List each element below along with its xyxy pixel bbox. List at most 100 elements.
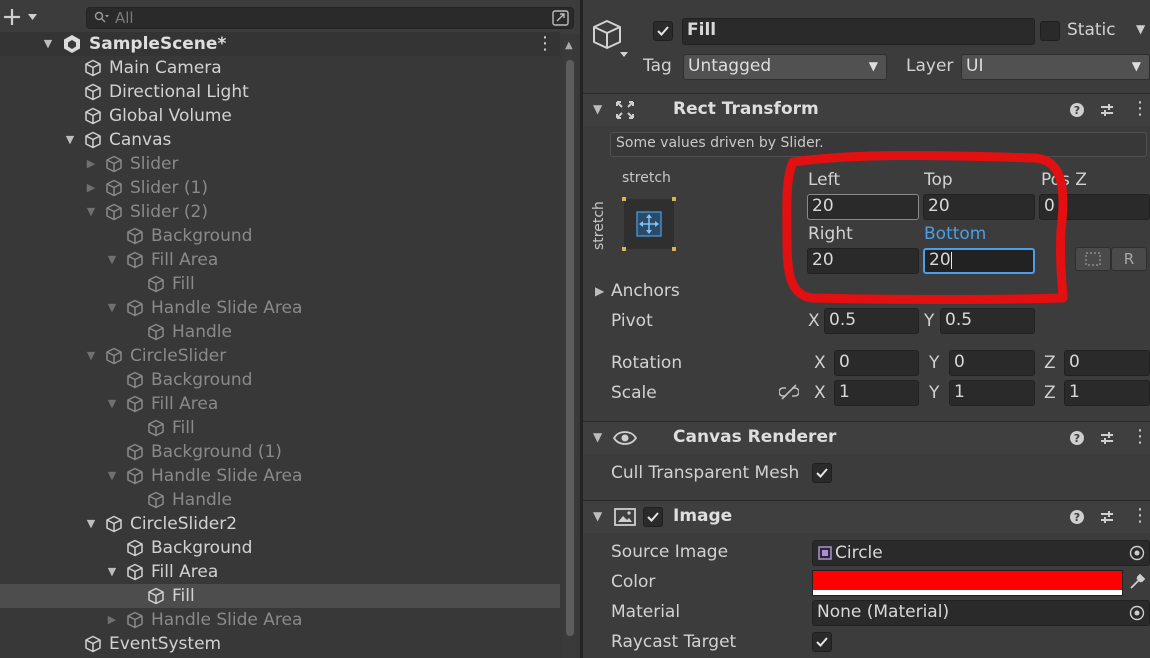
hierarchy-item[interactable]: ▶ Handle Slide Area <box>0 608 560 632</box>
expand-arrow-icon[interactable]: ▼ <box>105 248 119 272</box>
gameobject-cube-icon[interactable] <box>593 18 633 60</box>
blueprint-icon <box>1085 252 1101 266</box>
hierarchy-item[interactable]: ▼ Handle Slide Area <box>0 464 560 488</box>
hierarchy-item-label: Handle Slide Area <box>151 466 303 486</box>
static-checkbox[interactable] <box>1040 21 1060 41</box>
scrollbar-thumb[interactable] <box>566 60 574 636</box>
scale-x-field[interactable]: 1 <box>834 380 919 406</box>
pivot-x-field[interactable]: 0.5 <box>824 308 919 334</box>
expand-arrow-icon[interactable]: ▼ <box>105 392 119 416</box>
scroll-up-icon[interactable]: ▲ <box>565 40 573 51</box>
anchors-foldout-icon[interactable]: ▶ <box>595 284 604 298</box>
object-picker-icon[interactable] <box>1129 545 1145 561</box>
hierarchy-item[interactable]: ▶ Slider (1) <box>0 176 560 200</box>
foldout-arrow-icon[interactable]: ▼ <box>593 102 602 116</box>
preset-sliders-icon[interactable] <box>1099 509 1115 525</box>
raycast-target-checkbox[interactable] <box>812 632 832 652</box>
hierarchy-item[interactable]: ▼ Slider (2) <box>0 200 560 224</box>
expand-arrow-icon[interactable]: ▼ <box>105 464 119 488</box>
scene-menu-icon[interactable]: ⋮ <box>536 32 554 56</box>
hierarchy-item-label: Slider (2) <box>130 202 208 222</box>
hierarchy-item[interactable]: ▼ Handle Slide Area <box>0 296 560 320</box>
constrain-proportions-icon[interactable] <box>779 384 799 400</box>
help-icon[interactable]: ? <box>1069 509 1085 525</box>
hierarchy-item[interactable]: ▼ Fill Area <box>0 560 560 584</box>
preset-sliders-icon[interactable] <box>1099 102 1115 118</box>
tag-dropdown[interactable]: Untagged ▼ <box>683 54 887 80</box>
help-icon[interactable]: ? <box>1069 102 1085 118</box>
hierarchy-item[interactable]: Handle <box>0 488 560 512</box>
raw-edit-button[interactable]: R <box>1111 247 1147 271</box>
hierarchy-item[interactable]: ▼ CircleSlider <box>0 344 560 368</box>
hierarchy-item[interactable]: ▼ Fill Area <box>0 392 560 416</box>
expand-arrow-icon[interactable]: ▼ <box>105 296 119 320</box>
material-value: None (Material) <box>817 602 950 622</box>
hierarchy-item[interactable]: Fill <box>0 416 560 440</box>
expand-arrow-icon[interactable]: ▼ <box>63 128 77 152</box>
component-menu-icon[interactable]: ⋮ <box>1131 426 1149 447</box>
collapse-arrow-icon[interactable]: ▶ <box>84 152 98 176</box>
anchors-label[interactable]: Anchors <box>611 281 680 301</box>
canvas-renderer-header[interactable]: ▼ Canvas Renderer ? ⋮ <box>583 421 1150 454</box>
rotation-x-field[interactable]: 0 <box>834 350 919 376</box>
anchor-presets-button[interactable] <box>622 197 676 251</box>
image-enabled-checkbox[interactable] <box>643 507 663 527</box>
scene-row[interactable]: ▼ SampleScene* ⋮ <box>0 32 560 56</box>
hierarchy-item[interactable]: ▼ CircleSlider2 <box>0 512 560 536</box>
component-menu-icon[interactable]: ⋮ <box>1131 505 1149 526</box>
hierarchy-item[interactable]: Background <box>0 368 560 392</box>
hierarchy-item[interactable]: Handle <box>0 320 560 344</box>
layer-dropdown[interactable]: UI ▼ <box>961 54 1150 80</box>
color-field[interactable] <box>812 570 1123 596</box>
source-image-field[interactable]: Circle <box>812 540 1150 566</box>
component-menu-icon[interactable]: ⋮ <box>1131 98 1149 119</box>
static-dropdown-icon[interactable]: ▼ <box>1136 22 1145 36</box>
red-annotation-outline <box>782 151 1068 304</box>
hierarchy-item[interactable]: EventSystem <box>0 632 560 656</box>
collapse-arrow-icon[interactable]: ▶ <box>105 608 119 632</box>
open-window-icon[interactable] <box>551 9 571 27</box>
object-name-field[interactable]: Fill <box>682 18 1035 45</box>
hierarchy-item[interactable]: ▼ Fill Area <box>0 248 560 272</box>
hierarchy-item[interactable]: Background (1) <box>0 440 560 464</box>
expand-arrow-icon[interactable]: ▼ <box>84 512 98 536</box>
pivot-y-field[interactable]: 0.5 <box>940 308 1035 334</box>
rect-transform-header[interactable]: ▼ Rect Transform ? ⋮ <box>583 93 1150 126</box>
expand-arrow-icon[interactable]: ▼ <box>84 344 98 368</box>
pivot-y-label: Y <box>924 311 935 331</box>
preset-sliders-icon[interactable] <box>1099 430 1115 446</box>
hierarchy-item[interactable]: ▼ Canvas <box>0 128 560 152</box>
hierarchy-scrollbar[interactable]: ▲ <box>563 40 577 658</box>
hierarchy-item[interactable]: Global Volume <box>0 104 560 128</box>
expand-arrow-icon[interactable]: ▼ <box>84 200 98 224</box>
expand-arrow-icon[interactable]: ▼ <box>41 32 55 56</box>
hierarchy-item[interactable]: Directional Light <box>0 80 560 104</box>
scale-z-field[interactable]: 1 <box>1064 380 1150 406</box>
gameobject-icon <box>147 419 165 437</box>
rect-transform-icon <box>616 101 634 119</box>
hierarchy-item[interactable]: ▶ Slider <box>0 152 560 176</box>
hierarchy-item[interactable]: Fill <box>0 272 560 296</box>
cull-transparent-checkbox[interactable] <box>812 463 832 483</box>
foldout-arrow-icon[interactable]: ▼ <box>593 509 602 523</box>
hierarchy-item[interactable]: Background <box>0 224 560 248</box>
image-header[interactable]: ▼ Image ? ⋮ <box>583 500 1150 533</box>
eyedropper-icon[interactable] <box>1128 573 1146 591</box>
collapse-arrow-icon[interactable]: ▶ <box>84 176 98 200</box>
foldout-arrow-icon[interactable]: ▼ <box>593 430 602 444</box>
hierarchy-item[interactable]: Main Camera <box>0 56 560 80</box>
rotation-x-label: X <box>814 353 826 373</box>
gameobject-icon <box>84 131 102 149</box>
rotation-y-field[interactable]: 0 <box>949 350 1035 376</box>
expand-arrow-icon[interactable]: ▼ <box>105 560 119 584</box>
active-checkbox[interactable] <box>653 21 673 41</box>
scale-y-field[interactable]: 1 <box>949 380 1035 406</box>
object-picker-icon[interactable] <box>1129 605 1145 621</box>
hierarchy-item[interactable]: Fill <box>0 584 560 608</box>
search-input[interactable]: All <box>86 7 574 29</box>
material-field[interactable]: None (Material) <box>812 600 1150 626</box>
hierarchy-item[interactable]: Background <box>0 536 560 560</box>
add-button[interactable] <box>2 6 42 28</box>
help-icon[interactable]: ? <box>1069 430 1085 446</box>
rotation-z-field[interactable]: 0 <box>1064 350 1150 376</box>
